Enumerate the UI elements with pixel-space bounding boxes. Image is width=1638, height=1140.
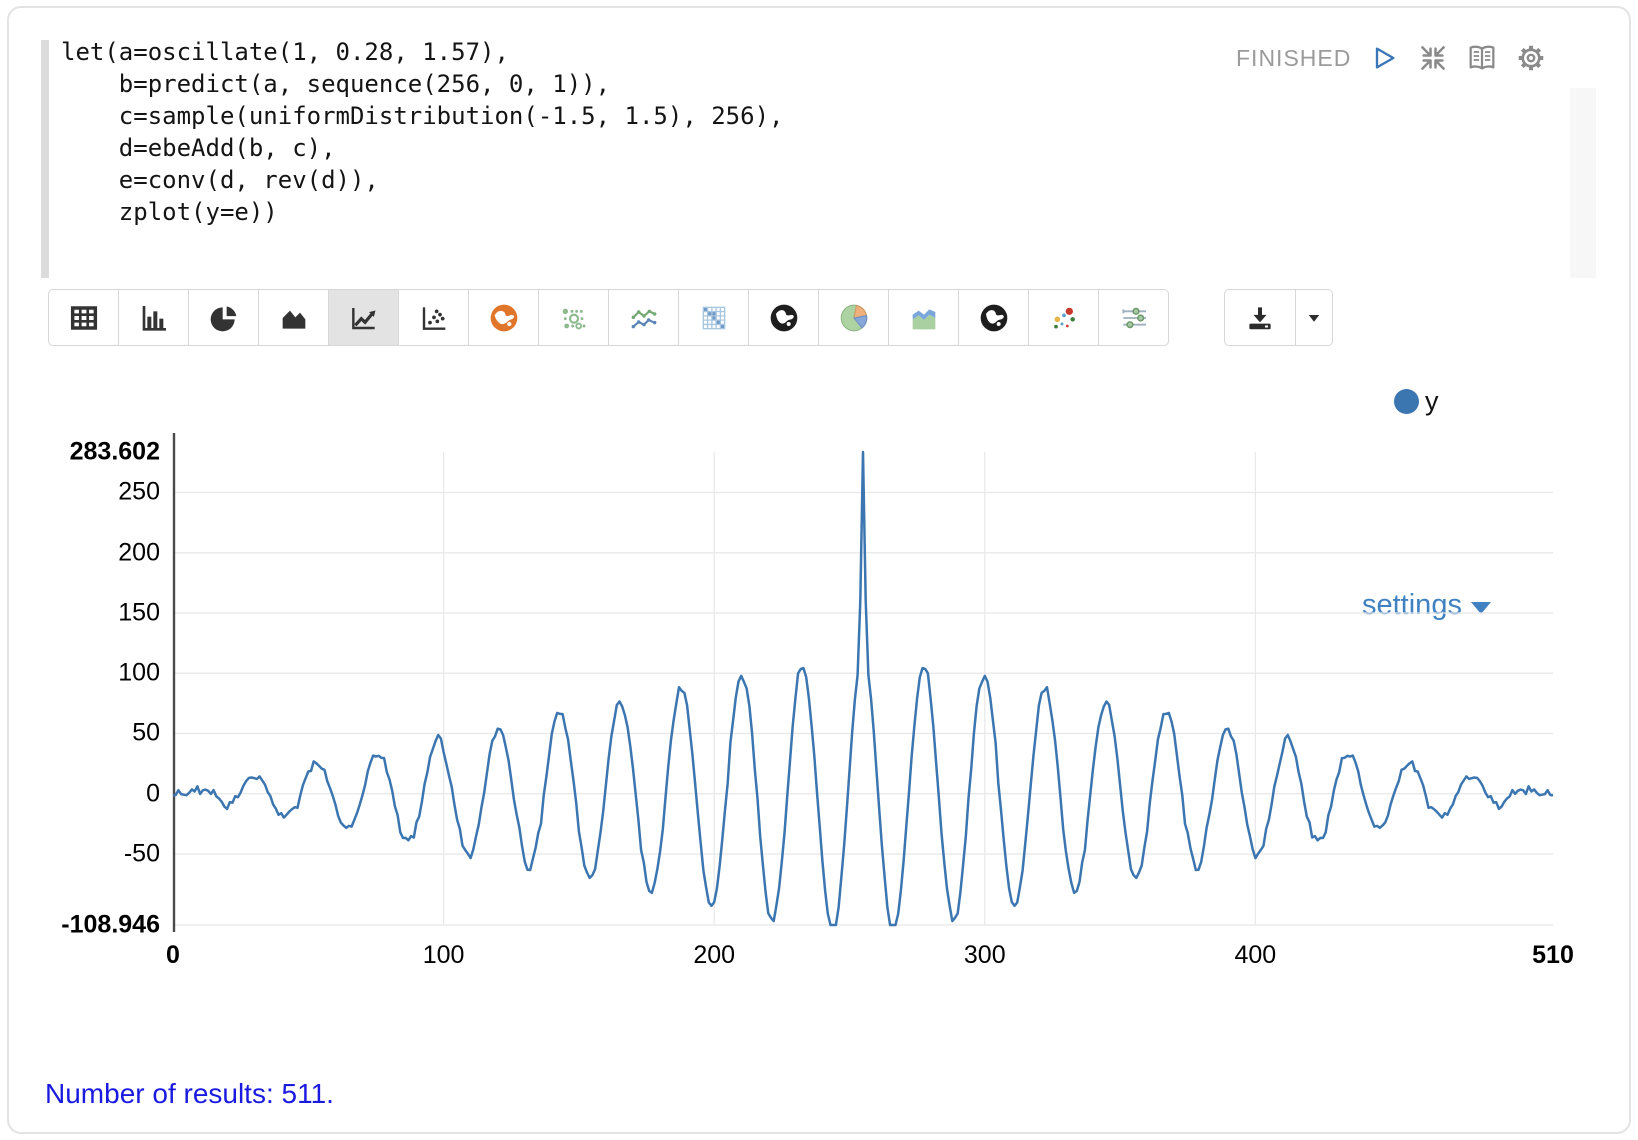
result-summary: Number of results: 511. bbox=[45, 1078, 334, 1110]
y-axis-labels: 283.602250200150100500-50-108.946 bbox=[0, 452, 160, 925]
show-editor-button[interactable] bbox=[1466, 42, 1498, 74]
y-tick-label: -108.946 bbox=[61, 911, 160, 940]
chart-type-multiline-button[interactable] bbox=[608, 289, 679, 346]
scatter-chart-icon bbox=[418, 302, 450, 334]
compress-icon bbox=[1418, 43, 1448, 73]
plot-canvas bbox=[173, 452, 1553, 925]
chart-type-punchcard-button[interactable] bbox=[538, 289, 609, 346]
multi-line-icon bbox=[628, 302, 660, 334]
parallel-sliders-icon bbox=[1118, 302, 1150, 334]
chart-type-scatter-color-button[interactable] bbox=[1028, 289, 1099, 346]
matrix-icon bbox=[698, 302, 730, 334]
area-color-icon bbox=[908, 302, 940, 334]
editor-scrollbar[interactable] bbox=[1570, 88, 1596, 278]
legend-label: y bbox=[1425, 386, 1439, 417]
y-tick-label: 50 bbox=[132, 719, 160, 748]
chart-type-globe2-button[interactable] bbox=[958, 289, 1029, 346]
pie-chart-icon bbox=[208, 302, 240, 334]
gear-icon bbox=[1515, 42, 1547, 74]
chart-type-scatter-button[interactable] bbox=[398, 289, 469, 346]
collapse-button[interactable] bbox=[1417, 42, 1449, 74]
editor-gutter bbox=[41, 40, 49, 278]
download-button[interactable] bbox=[1224, 289, 1296, 346]
status-badge: FINISHED bbox=[1236, 45, 1351, 72]
area-chart-icon bbox=[278, 302, 310, 334]
x-tick-label: 0 bbox=[166, 941, 180, 970]
x-axis-labels: 0100200300400510 bbox=[173, 941, 1553, 973]
chart-toolbar: settings bbox=[0, 289, 1638, 347]
globe-black-icon bbox=[768, 302, 800, 334]
chart-type-pie-button[interactable] bbox=[188, 289, 259, 346]
y-tick-label: -50 bbox=[124, 839, 160, 868]
y-tick-label: 0 bbox=[146, 779, 160, 808]
legend-dot bbox=[1394, 389, 1419, 414]
download-options-button[interactable] bbox=[1295, 289, 1333, 346]
x-tick-label: 100 bbox=[423, 941, 465, 970]
x-tick-label: 200 bbox=[693, 941, 735, 970]
chart-type-line-button[interactable] bbox=[328, 289, 399, 346]
chart-type-globe1-button[interactable] bbox=[748, 289, 819, 346]
y-tick-label: 100 bbox=[118, 659, 160, 688]
chart-type-table-button[interactable] bbox=[48, 289, 119, 346]
globe-orange-icon bbox=[488, 302, 520, 334]
code-editor[interactable]: let(a=oscillate(1, 0.28, 1.57), b=predic… bbox=[61, 36, 783, 228]
download-group bbox=[1224, 289, 1333, 346]
x-tick-label: 510 bbox=[1532, 941, 1574, 970]
punchcard-icon bbox=[558, 302, 590, 334]
line-chart-icon bbox=[348, 302, 380, 334]
pie-color-icon bbox=[838, 302, 870, 334]
x-tick-label: 300 bbox=[964, 941, 1006, 970]
legend-item-y[interactable]: y bbox=[1394, 386, 1439, 417]
chart-type-map-orange-button[interactable] bbox=[468, 289, 539, 346]
chart-type-group bbox=[48, 289, 1169, 346]
notebook-paragraph: let(a=oscillate(1, 0.28, 1.57), b=predic… bbox=[0, 0, 1638, 1140]
scatter-color-icon bbox=[1048, 302, 1080, 334]
chart-type-area-button[interactable] bbox=[258, 289, 329, 346]
download-icon bbox=[1245, 303, 1275, 333]
chart-type-pie-color-button[interactable] bbox=[818, 289, 889, 346]
play-icon bbox=[1370, 44, 1398, 72]
y-tick-label: 150 bbox=[118, 598, 160, 627]
settings-gear-button[interactable] bbox=[1515, 42, 1547, 74]
caret-down-icon bbox=[1305, 309, 1323, 327]
y-tick-label: 283.602 bbox=[70, 438, 160, 467]
line-plot[interactable] bbox=[173, 452, 1553, 925]
chart-type-sliders-button[interactable] bbox=[1098, 289, 1169, 346]
chart-type-bar-button[interactable] bbox=[118, 289, 189, 346]
globe-black2-icon bbox=[978, 302, 1010, 334]
run-button[interactable] bbox=[1368, 42, 1400, 74]
y-tick-label: 200 bbox=[118, 538, 160, 567]
y-tick-label: 250 bbox=[118, 478, 160, 507]
book-icon bbox=[1466, 42, 1498, 74]
table-icon bbox=[68, 302, 100, 334]
bar-chart-icon bbox=[138, 302, 170, 334]
chart-type-area-color-button[interactable] bbox=[888, 289, 959, 346]
x-tick-label: 400 bbox=[1234, 941, 1276, 970]
chart-type-matrix-button[interactable] bbox=[678, 289, 749, 346]
paragraph-header: FINISHED bbox=[1236, 42, 1547, 74]
